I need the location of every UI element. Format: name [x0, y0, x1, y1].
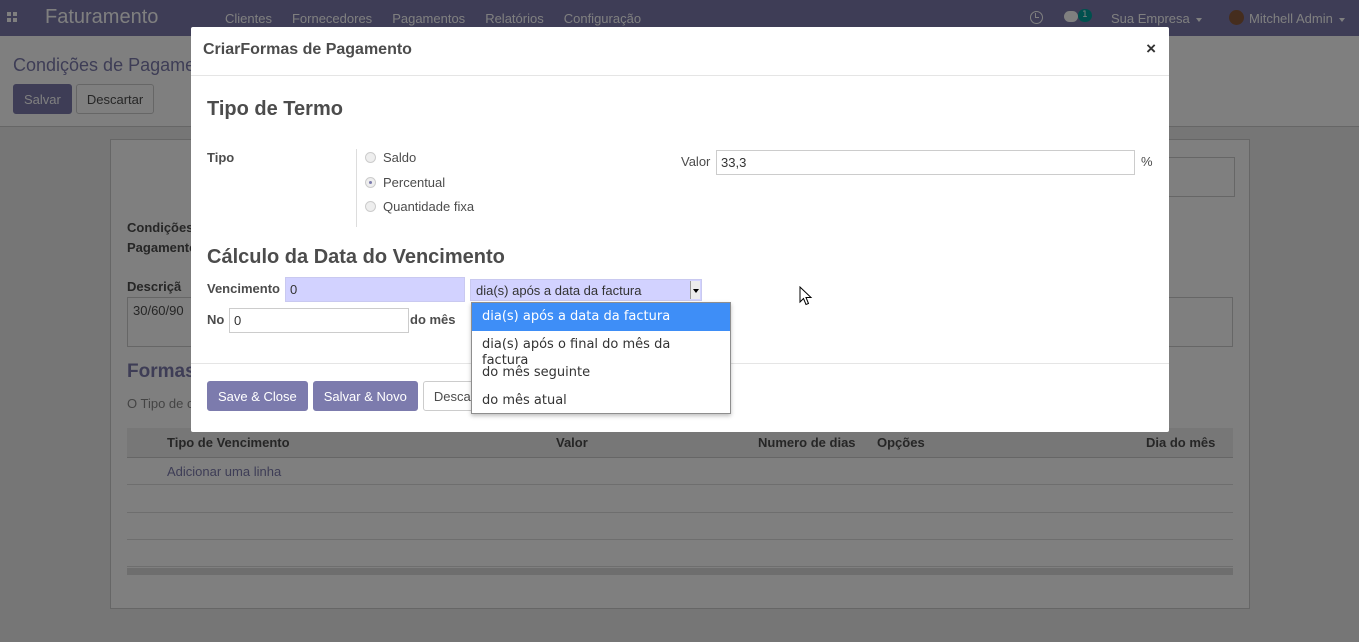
radio-saldo[interactable]: Saldo: [365, 150, 416, 165]
dropdown-option[interactable]: dia(s) após a data da factura: [472, 303, 730, 331]
mouse-pointer-icon: [799, 286, 813, 306]
do-mes-label: do mês: [410, 312, 456, 327]
radio-percentual[interactable]: Percentual: [365, 175, 445, 190]
radio-button[interactable]: [365, 152, 376, 163]
no-label: No: [207, 312, 225, 327]
tipo-label: Tipo: [207, 150, 235, 165]
radio-label: Saldo: [383, 150, 417, 165]
term-type-heading: Tipo de Termo: [207, 98, 343, 120]
radio-button-checked[interactable]: [365, 177, 376, 188]
separator: [356, 149, 357, 227]
dropdown-option[interactable]: do mês seguinte: [472, 359, 730, 387]
save-new-button[interactable]: Salvar & Novo: [312, 381, 418, 411]
vencimento-label: Vencimento: [207, 281, 280, 296]
vencimento-option-select[interactable]: dia(s) após a data da factura: [470, 279, 702, 301]
dropdown-option[interactable]: do mês atual: [472, 387, 730, 415]
chevron-down-icon[interactable]: [690, 281, 700, 299]
valor-label: Valor: [681, 154, 711, 169]
vencimento-input[interactable]: 0: [285, 277, 465, 302]
no-day-input[interactable]: 0: [229, 308, 409, 333]
radio-label: Quantidade fixa: [383, 199, 475, 214]
radio-label: Percentual: [383, 175, 446, 190]
save-close-button[interactable]: Save & Close: [207, 381, 308, 411]
select-value: dia(s) após a data da factura: [476, 283, 642, 298]
percent-symbol: %: [1141, 154, 1153, 169]
valor-input[interactable]: 33,3: [716, 150, 1135, 175]
close-icon[interactable]: ×: [1146, 40, 1156, 57]
radio-quantidade-fixa[interactable]: Quantidade fixa: [365, 199, 474, 214]
dropdown-option[interactable]: dia(s) após o final do mês da factura: [472, 331, 730, 368]
modal-title: CriarFormas de Pagamento: [203, 41, 412, 58]
vencimento-option-dropdown: dia(s) após a data da factura dia(s) apó…: [471, 302, 731, 414]
modal-header: CriarFormas de Pagamento ×: [191, 27, 1169, 76]
radio-button[interactable]: [365, 201, 376, 212]
due-date-heading: Cálculo da Data do Vencimento: [207, 246, 505, 268]
